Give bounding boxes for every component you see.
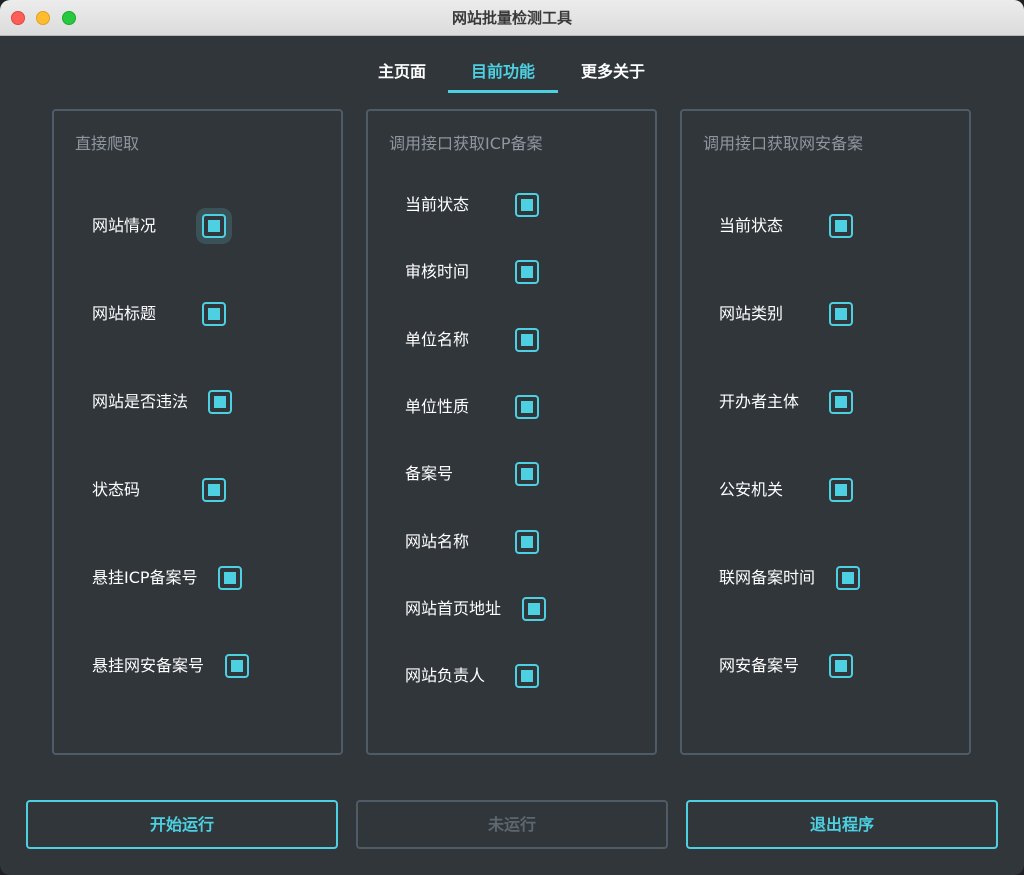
option-row-unit-name: 单位名称	[368, 322, 655, 358]
option-row-security-number: 悬挂网安备案号	[54, 648, 341, 684]
checkbox-checked-mark	[521, 199, 533, 211]
option-row-site-title: 网站标题	[54, 296, 341, 332]
checkbox-operator-entity[interactable]	[829, 390, 853, 414]
option-row-current-status: 当前状态	[368, 187, 655, 223]
checkbox-checked-mark	[521, 536, 533, 548]
option-label: 网站标题	[92, 304, 157, 323]
option-row-site-category: 网站类别	[682, 296, 969, 332]
option-row-network-record-time: 联网备案时间	[682, 560, 969, 596]
tab-bar: 主页面 目前功能 更多关于	[0, 56, 1024, 96]
checkbox-checked-mark	[528, 603, 540, 615]
panel-direct-crawl: 直接爬取 网站情况 网站标题 网站是否违法 状态码 悬挂ICP备案号 悬挂网安备…	[52, 109, 343, 755]
checkbox-police-agency[interactable]	[829, 478, 853, 502]
checkbox-status-code[interactable]	[202, 478, 226, 502]
checkbox-site-name[interactable]	[515, 530, 539, 554]
option-label: 单位性质	[405, 397, 470, 416]
option-label: 悬挂ICP备案号	[92, 568, 198, 587]
checkbox-icp-number[interactable]	[218, 566, 242, 590]
app-window: 网站批量检测工具 主页面 目前功能 更多关于 直接爬取 网站情况 网站标题 网站…	[0, 0, 1024, 875]
checkbox-site-owner[interactable]	[515, 664, 539, 688]
checkbox-unit-type[interactable]	[515, 395, 539, 419]
checkbox-checked-mark	[208, 308, 220, 320]
checkbox-site-illegal[interactable]	[208, 390, 232, 414]
tab-current-features[interactable]: 目前功能	[448, 56, 558, 93]
option-label: 网站类别	[719, 304, 784, 323]
checkbox-checked-mark	[521, 468, 533, 480]
option-row-security-current-status: 当前状态	[682, 208, 969, 244]
checkbox-record-number[interactable]	[515, 462, 539, 486]
option-row-status-code: 状态码	[54, 472, 341, 508]
checkbox-checked-mark	[521, 670, 533, 682]
checkbox-checked-mark	[835, 220, 847, 232]
option-row-site-owner: 网站负责人	[368, 658, 655, 694]
checkbox-security-record-number[interactable]	[829, 654, 853, 678]
tab-home[interactable]: 主页面	[366, 56, 438, 93]
option-label: 网站名称	[405, 532, 470, 551]
checkbox-site-category[interactable]	[829, 302, 853, 326]
option-row-review-time: 审核时间	[368, 254, 655, 290]
checkbox-checked-mark	[835, 396, 847, 408]
checkbox-checked-mark	[521, 266, 533, 278]
checkbox-site-title[interactable]	[202, 302, 226, 326]
option-label: 网站情况	[92, 216, 157, 235]
option-row-site-status: 网站情况	[54, 208, 341, 244]
panel-title: 调用接口获取网安备案	[703, 134, 864, 153]
option-row-record-number: 备案号	[368, 456, 655, 492]
panel-title: 直接爬取	[75, 134, 140, 153]
checkbox-security-current-status[interactable]	[829, 214, 853, 238]
option-row-security-record-number: 网安备案号	[682, 648, 969, 684]
option-label: 当前状态	[719, 216, 784, 235]
checkbox-checked-mark	[208, 220, 220, 232]
checkbox-current-status[interactable]	[515, 193, 539, 217]
checkbox-checked-mark	[521, 401, 533, 413]
option-label: 单位名称	[405, 330, 470, 349]
tab-more-about[interactable]: 更多关于	[569, 56, 657, 93]
exit-button[interactable]: 退出程序	[686, 800, 998, 849]
checkbox-checked-mark	[224, 572, 236, 584]
checkbox-checked-mark	[835, 660, 847, 672]
option-row-site-name: 网站名称	[368, 524, 655, 560]
option-row-unit-type: 单位性质	[368, 389, 655, 425]
start-button[interactable]: 开始运行	[26, 800, 338, 849]
option-label: 悬挂网安备案号	[92, 656, 205, 675]
option-label: 网安备案号	[719, 656, 800, 675]
option-label: 联网备案时间	[719, 568, 816, 587]
checkbox-checked-mark	[835, 308, 847, 320]
option-label: 网站是否违法	[92, 392, 189, 411]
option-label: 备案号	[405, 464, 454, 483]
option-row-operator-entity: 开办者主体	[682, 384, 969, 420]
option-label: 开办者主体	[719, 392, 800, 411]
option-label: 状态码	[92, 480, 141, 499]
panel-icp-api: 调用接口获取ICP备案 当前状态 审核时间 单位名称 单位性质 备案号 网站名称…	[366, 109, 657, 755]
checkbox-checked-mark	[214, 396, 226, 408]
title-bar: 网站批量检测工具	[0, 0, 1024, 36]
checkbox-network-record-time[interactable]	[836, 566, 860, 590]
option-row-site-illegal: 网站是否违法	[54, 384, 341, 420]
option-row-police-agency: 公安机关	[682, 472, 969, 508]
window-title: 网站批量检测工具	[451, 9, 572, 27]
checkbox-checked-mark	[835, 484, 847, 496]
option-label: 审核时间	[405, 262, 470, 281]
option-label: 网站首页地址	[405, 599, 502, 618]
checkbox-checked-mark	[231, 660, 243, 672]
not-running-button: 未运行	[356, 800, 668, 849]
option-label: 公安机关	[719, 480, 784, 499]
checkbox-checked-mark	[842, 572, 854, 584]
option-label: 当前状态	[405, 195, 470, 214]
option-row-homepage-url: 网站首页地址	[368, 591, 655, 627]
option-row-icp-number: 悬挂ICP备案号	[54, 560, 341, 596]
checkbox-site-status[interactable]	[196, 208, 232, 244]
checkbox-unit-name[interactable]	[515, 328, 539, 352]
panel-title: 调用接口获取ICP备案	[389, 134, 543, 153]
checkbox-homepage-url[interactable]	[522, 597, 546, 621]
checkbox-security-number[interactable]	[225, 654, 249, 678]
checkbox-checked-mark	[208, 484, 220, 496]
option-label: 网站负责人	[405, 666, 486, 685]
checkbox-review-time[interactable]	[515, 260, 539, 284]
checkbox-checked-mark	[521, 334, 533, 346]
panel-security-api: 调用接口获取网安备案 当前状态 网站类别 开办者主体 公安机关 联网备案时间 网…	[680, 109, 971, 755]
